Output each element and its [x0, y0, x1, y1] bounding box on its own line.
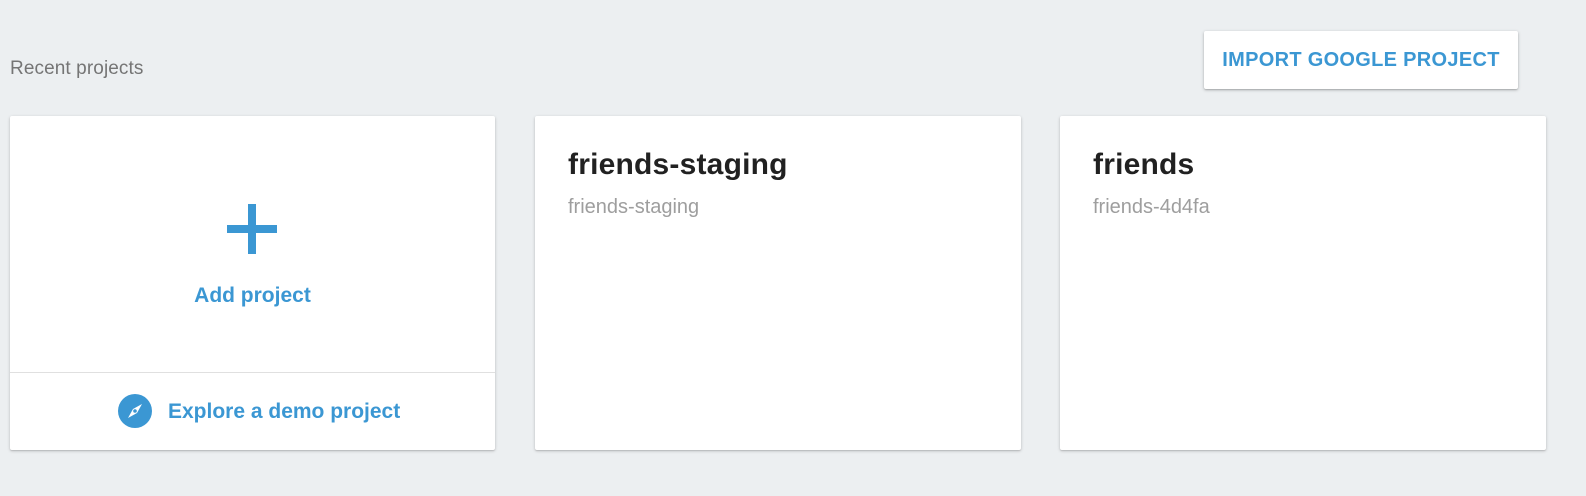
project-id: friends-staging: [568, 196, 700, 218]
add-project-card: Add project Explore a demo project: [10, 116, 495, 450]
section-title: Recent projects: [10, 58, 144, 79]
project-card-friends[interactable]: friends friends-4d4fa: [1060, 116, 1546, 450]
project-card-friends-staging[interactable]: friends-staging friends-staging: [535, 116, 1021, 450]
project-name: friends: [1093, 148, 1195, 181]
add-project-button[interactable]: Add project: [10, 116, 495, 372]
import-google-project-button[interactable]: IMPORT GOOGLE PROJECT: [1204, 31, 1518, 89]
compass-icon: [118, 394, 152, 428]
plus-icon: [227, 204, 277, 254]
add-project-label: Add project: [194, 284, 311, 307]
explore-demo-project-link[interactable]: Explore a demo project: [10, 373, 495, 450]
project-id: friends-4d4fa: [1093, 196, 1210, 218]
explore-demo-project-label: Explore a demo project: [168, 400, 401, 423]
project-name: friends-staging: [568, 148, 788, 181]
